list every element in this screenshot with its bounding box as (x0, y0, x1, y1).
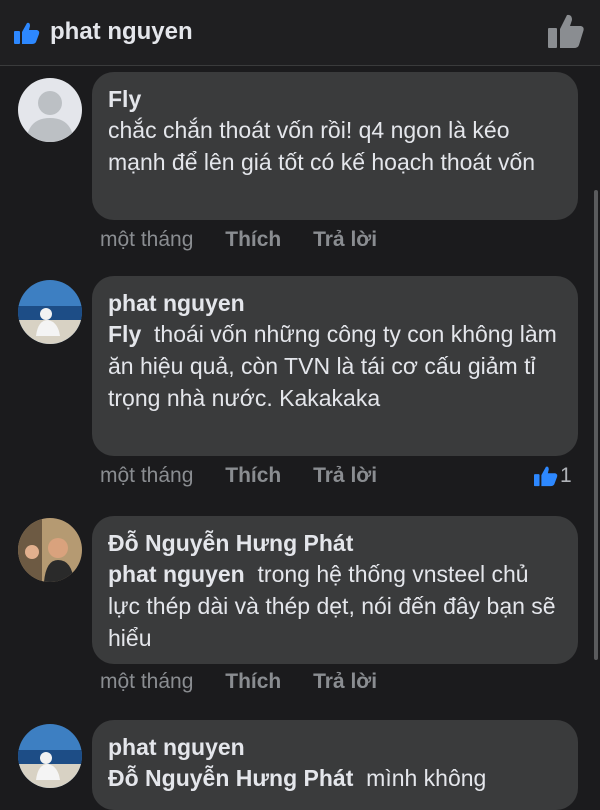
comment-body: Đỗ Nguyễn Hưng Phát mình không (108, 762, 562, 794)
like-reaction-icon (534, 466, 558, 487)
reply-link[interactable]: Trả lời (313, 670, 377, 693)
comment-bubble: phat nguyen Đỗ Nguyễn Hưng Phát mình khô… (92, 720, 578, 810)
comment-bubble: phat nguyen Fly thoái vốn những công ty … (92, 276, 578, 456)
avatar[interactable] (18, 280, 82, 344)
comment-time[interactable]: một tháng (100, 464, 193, 487)
comment-time[interactable]: một tháng (100, 670, 193, 693)
default-avatar-icon (18, 78, 82, 142)
reaction-count: 1 (560, 464, 572, 487)
like-link[interactable]: Thích (225, 670, 281, 693)
comment-meta: một tháng Thích Trả lời (100, 228, 403, 252)
comment-bubble: Đỗ Nguyễn Hưng Phát phat nguyen trong hệ… (92, 516, 578, 664)
page-title: phat nguyen (50, 18, 193, 45)
avatar[interactable] (18, 724, 82, 788)
avatar[interactable] (18, 518, 82, 582)
user-photo-avatar (18, 518, 82, 582)
user-photo-avatar (18, 280, 82, 344)
like-button-icon[interactable] (548, 14, 584, 48)
reaction-summary[interactable]: 1 (534, 464, 572, 488)
like-link[interactable]: Thích (225, 228, 281, 251)
header-bar: phat nguyen (0, 0, 600, 66)
reply-link[interactable]: Trả lời (313, 464, 377, 487)
scrollbar[interactable] (594, 190, 598, 660)
comment-author[interactable]: phat nguyen (108, 732, 562, 762)
comment-body: Fly thoái vốn những công ty con không là… (108, 318, 562, 414)
reply-link[interactable]: Trả lời (313, 228, 377, 251)
comment-author[interactable]: phat nguyen (108, 288, 562, 318)
comment-meta: một tháng Thích Trả lời (100, 670, 403, 694)
mention-link[interactable]: phat nguyen (108, 561, 245, 587)
comment-meta: một tháng Thích Trả lời (100, 464, 403, 488)
comment-body: phat nguyen trong hệ thống vnsteel chủ l… (108, 558, 562, 654)
user-photo-avatar (18, 724, 82, 788)
comment-text: thoái vốn những công ty con không làm ăn… (108, 321, 557, 411)
comment-time[interactable]: một tháng (100, 228, 193, 251)
comment-author[interactable]: Fly (108, 84, 562, 114)
comment-bubble: Fly chắc chắn thoát vốn rồi! q4 ngon là … (92, 72, 578, 220)
comment-author[interactable]: Đỗ Nguyễn Hưng Phát (108, 528, 562, 558)
comment-text: mình không (366, 765, 487, 791)
like-icon (14, 22, 40, 44)
mention-link[interactable]: Đỗ Nguyễn Hưng Phát (108, 765, 353, 791)
comment-text: chắc chắn thoát vốn rồi! q4 ngon là kéo … (108, 117, 536, 175)
like-link[interactable]: Thích (225, 464, 281, 487)
mention-link[interactable]: Fly (108, 321, 141, 347)
avatar[interactable] (18, 78, 82, 142)
